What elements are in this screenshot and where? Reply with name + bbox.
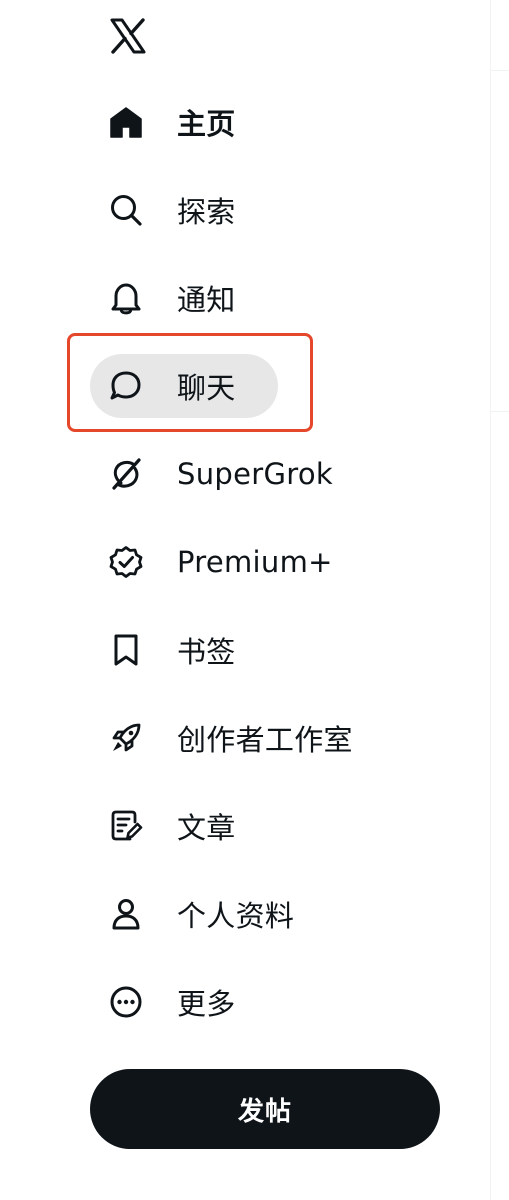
- nav-item-premium[interactable]: Premium+: [90, 518, 390, 606]
- nav-label-more: 更多: [177, 987, 236, 1021]
- home-icon: [108, 104, 144, 140]
- nav-label-premium: Premium+: [177, 545, 333, 579]
- nav-item-supergrok[interactable]: SuperGrok: [90, 430, 390, 518]
- nav-label-profile: 个人资料: [177, 899, 295, 933]
- nav-item-more[interactable]: 更多: [90, 958, 390, 1046]
- chat-highlight-annotation: [67, 333, 313, 432]
- nav-label-articles: 文章: [177, 811, 236, 845]
- nav-item-articles[interactable]: 文章: [90, 782, 390, 870]
- section-divider: [491, 411, 509, 412]
- nav-item-creator-studio[interactable]: 创作者工作室: [90, 694, 390, 782]
- sidebar-page: 主页 探索 通知 聊天 SuperGrok Premium+ 书签 创作者工作室…: [0, 0, 509, 1200]
- x-logo-icon[interactable]: [108, 16, 148, 56]
- rocket-icon: [108, 720, 144, 756]
- nav-label-home: 主页: [177, 107, 236, 141]
- bookmark-icon: [108, 632, 144, 668]
- post-button[interactable]: 发帖: [90, 1069, 440, 1149]
- nav-item-home[interactable]: 主页: [90, 78, 390, 166]
- article-icon: [108, 808, 144, 844]
- more-circle-icon: [108, 984, 144, 1020]
- nav-item-bookmarks[interactable]: 书签: [90, 606, 390, 694]
- nav-item-profile[interactable]: 个人资料: [90, 870, 390, 958]
- nav-label-notifications: 通知: [177, 283, 236, 317]
- nav-label-creator-studio: 创作者工作室: [177, 723, 353, 757]
- primary-nav: 主页 探索 通知 聊天 SuperGrok Premium+ 书签 创作者工作室…: [90, 78, 390, 1046]
- nav-item-notifications[interactable]: 通知: [90, 254, 390, 342]
- header-divider: [491, 70, 509, 71]
- verified-badge-icon: [108, 544, 144, 580]
- bell-icon: [108, 280, 144, 316]
- nav-label-bookmarks: 书签: [177, 635, 236, 669]
- person-icon: [108, 896, 144, 932]
- search-icon: [108, 192, 144, 228]
- nav-label-supergrok: SuperGrok: [177, 457, 333, 491]
- nav-item-explore[interactable]: 探索: [90, 166, 390, 254]
- nav-label-explore: 探索: [177, 195, 236, 229]
- grok-icon: [108, 456, 144, 492]
- column-divider: [490, 0, 491, 1200]
